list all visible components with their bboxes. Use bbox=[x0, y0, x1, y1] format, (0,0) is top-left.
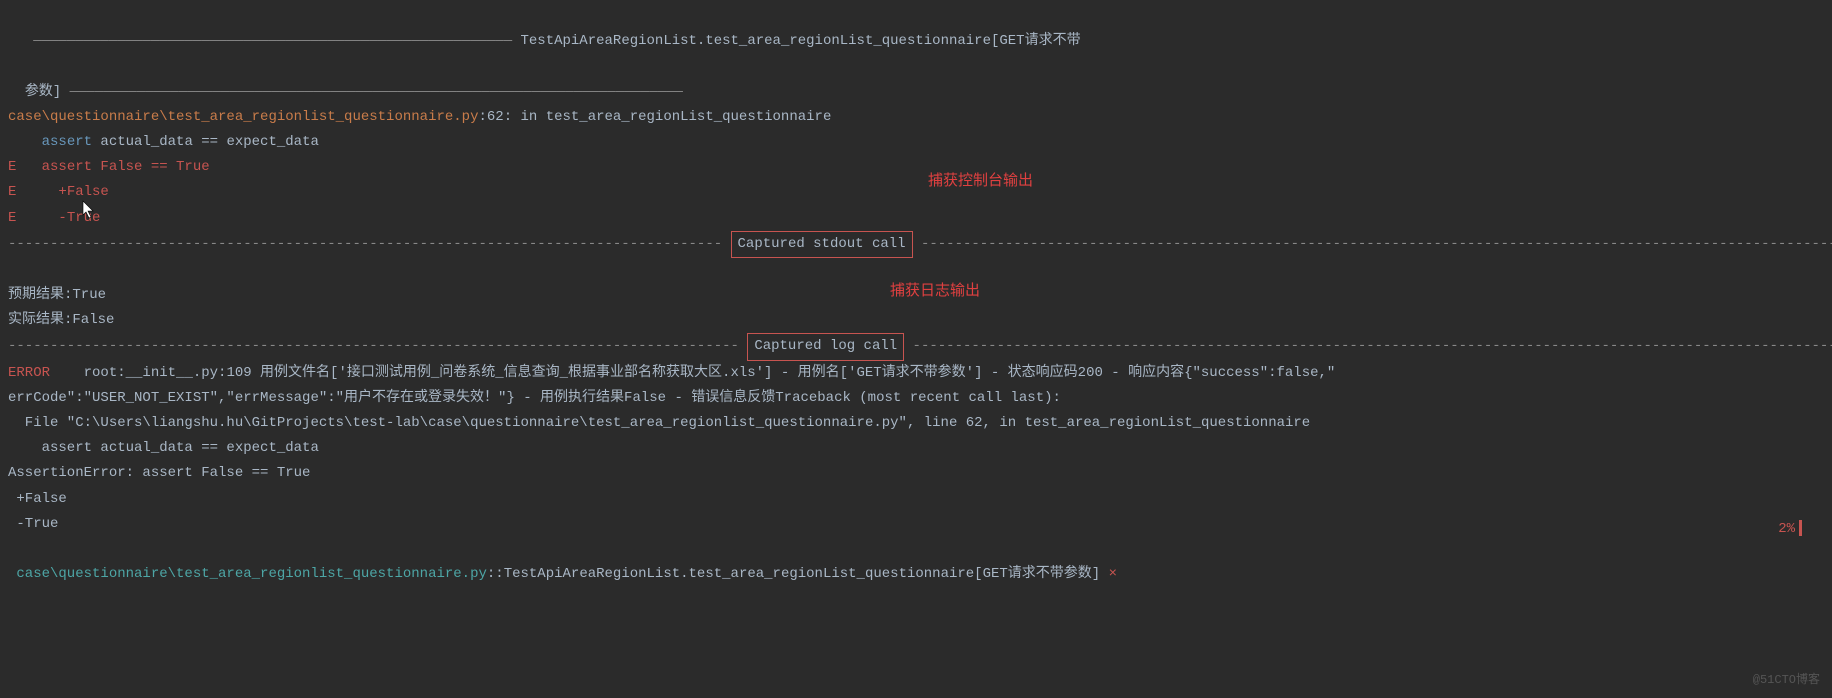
actual-result: 实际结果:False bbox=[8, 308, 1824, 333]
dash-left: ----------------------------------------… bbox=[8, 236, 731, 252]
dash-right: ----------------------------------------… bbox=[904, 338, 1832, 354]
log-line-2: errCode":"USER_NOT_EXIST","errMessage":"… bbox=[8, 386, 1824, 411]
log-line-3: File "C:\Users\liangshu.hu\GitProjects\t… bbox=[8, 411, 1824, 436]
stdout-separator: ----------------------------------------… bbox=[8, 231, 1824, 258]
footer-result-line: case\questionnaire\test_area_regionlist_… bbox=[8, 562, 1824, 587]
footer-test: TestApiAreaRegionList.test_area_regionLi… bbox=[504, 566, 1100, 582]
separator-dash: ————————————————————————————————————————… bbox=[61, 84, 683, 100]
log-line-5: AssertionError: assert False == True bbox=[8, 461, 1824, 486]
annotation-log: 捕获日志输出 bbox=[890, 278, 980, 305]
blank-line-2 bbox=[8, 537, 1824, 562]
log-line-7: -True bbox=[8, 512, 1824, 537]
trace-file-path: case\questionnaire\test_area_regionlist_… bbox=[8, 109, 478, 125]
error-text: -True bbox=[16, 210, 100, 226]
percent-value: 2% bbox=[1778, 521, 1795, 537]
watermark-text: @51CTO博客 bbox=[1753, 670, 1820, 692]
percent-bar-icon bbox=[1799, 520, 1802, 536]
log-separator: ----------------------------------------… bbox=[8, 333, 1824, 360]
dash-left: ----------------------------------------… bbox=[8, 338, 747, 354]
progress-percent: 2% bbox=[1778, 517, 1802, 542]
log-label: Captured log call bbox=[747, 333, 904, 360]
log-line-6: +False bbox=[8, 487, 1824, 512]
log-line-4: assert actual_data == expect_data bbox=[8, 436, 1824, 461]
error-line-1: E assert False == True bbox=[8, 155, 1824, 180]
test-class-method: TestApiAreaRegionList.test_area_regionLi… bbox=[521, 33, 1081, 49]
stdout-label: Captured stdout call bbox=[731, 231, 913, 258]
test-header-line-2: 参数] ————————————————————————————————————… bbox=[8, 54, 1824, 104]
test-header-line: ————————————————————————————————————————… bbox=[8, 4, 1824, 54]
trace-file-line: case\questionnaire\test_area_regionlist_… bbox=[8, 105, 1824, 130]
separator-dash: ————————————————————————————————————————… bbox=[25, 33, 521, 49]
footer-path: case\questionnaire\test_area_regionlist_… bbox=[8, 566, 487, 582]
fail-marker: × bbox=[1100, 566, 1117, 582]
error-text: +False bbox=[16, 184, 108, 200]
error-line-3: E -True bbox=[8, 206, 1824, 231]
error-text: assert False == True bbox=[16, 159, 209, 175]
log-content: root:__init__.py:109 用例文件名['接口测试用例_问卷系统_… bbox=[50, 365, 1335, 381]
dash-right: ----------------------------------------… bbox=[913, 236, 1832, 252]
error-line-2: E +False bbox=[8, 180, 1824, 205]
footer-sep: :: bbox=[487, 566, 504, 582]
log-level: ERROR bbox=[8, 365, 50, 381]
test-params-cont: 参数] bbox=[25, 84, 61, 100]
assert-expr: actual_data == expect_data bbox=[92, 134, 319, 150]
log-line-1: ERROR root:__init__.py:109 用例文件名['接口测试用例… bbox=[8, 361, 1824, 386]
annotation-stdout: 捕获控制台输出 bbox=[928, 168, 1033, 195]
assert-line: assert actual_data == expect_data bbox=[8, 130, 1824, 155]
assert-keyword: assert bbox=[42, 134, 92, 150]
trace-location: :62: in test_area_regionList_questionnai… bbox=[478, 109, 831, 125]
